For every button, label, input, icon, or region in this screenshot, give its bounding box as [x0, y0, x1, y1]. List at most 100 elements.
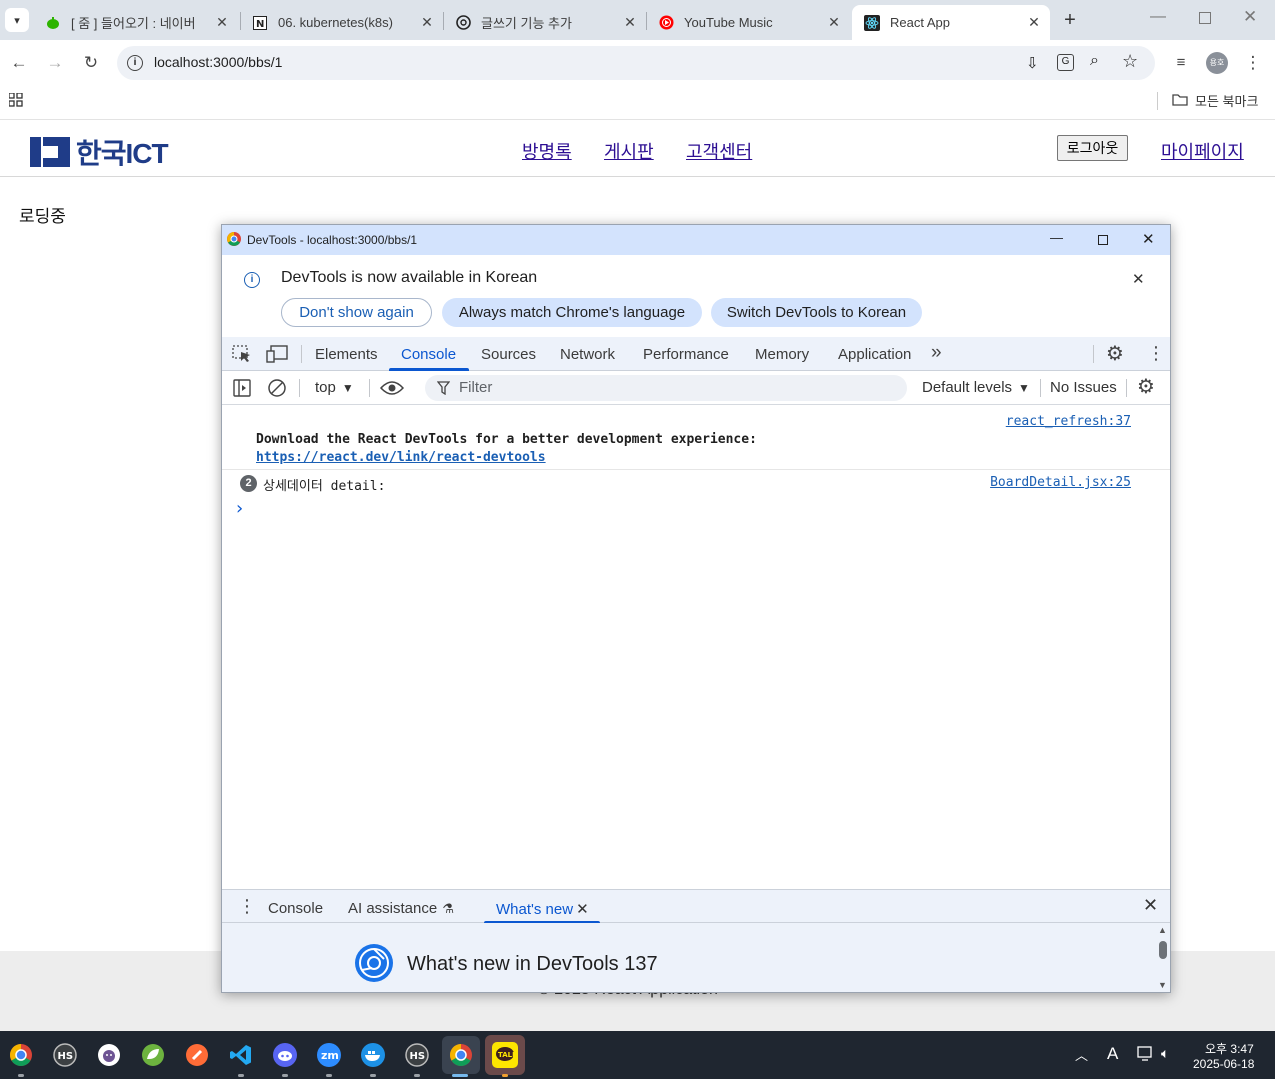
log-levels-dropdown[interactable]: Default levels ▼: [922, 379, 1030, 396]
switch-to-korean-button[interactable]: Switch DevTools to Korean: [711, 298, 922, 327]
scroll-up-arrow-icon[interactable]: ▲: [1158, 925, 1167, 935]
url-text[interactable]: localhost:3000/bbs/1: [154, 54, 282, 70]
nav-mypage[interactable]: 마이페이지: [1161, 138, 1244, 164]
tab-elements[interactable]: Elements: [315, 346, 378, 363]
issues-counter[interactable]: No Issues: [1050, 379, 1117, 396]
drawer-menu-icon[interactable]: ⋮: [238, 896, 256, 917]
message-source-link[interactable]: BoardDetail.jsx:25: [990, 475, 1131, 490]
postman-taskbar-icon[interactable]: [181, 1039, 213, 1071]
dont-show-again-button[interactable]: Don't show again: [281, 298, 432, 327]
more-tabs-chevron-icon[interactable]: »: [931, 342, 942, 364]
devtools-menu-icon[interactable]: ⋮: [1147, 343, 1165, 364]
clear-console-icon[interactable]: [268, 379, 286, 402]
tab-application[interactable]: Application: [838, 346, 911, 363]
infobar-close-button[interactable]: ✕: [1132, 270, 1145, 288]
devtools-maximize-button[interactable]: [1098, 235, 1108, 245]
drawer-tab-console[interactable]: Console: [268, 900, 323, 917]
new-tab-button[interactable]: +: [1058, 8, 1082, 32]
nav-guestbook[interactable]: 방명록: [522, 138, 572, 164]
site-info-icon[interactable]: i: [127, 55, 143, 71]
address-bar[interactable]: i localhost:3000/bbs/1 ⇩ G ⌕ ☆: [117, 46, 1155, 80]
back-button[interactable]: ←: [7, 51, 31, 75]
tab-search-button[interactable]: ▾: [5, 8, 29, 32]
tab-sources[interactable]: Sources: [481, 346, 536, 363]
logout-button[interactable]: 로그아웃: [1057, 135, 1128, 161]
reload-button[interactable]: ↻: [79, 51, 103, 75]
reload-icon: ↻: [83, 53, 99, 72]
message-link[interactable]: https://react.dev/link/react-devtools: [256, 450, 546, 465]
chrome-taskbar-icon-active[interactable]: [442, 1036, 480, 1074]
nav-board[interactable]: 게시판: [604, 138, 654, 164]
translate-icon[interactable]: G: [1057, 54, 1074, 71]
all-bookmarks-folder[interactable]: 모든 북마크: [1172, 91, 1258, 110]
volume-icon[interactable]: 🔈︎: [1161, 1045, 1169, 1062]
kakaotalk-taskbar-icon[interactable]: TALK: [485, 1035, 525, 1075]
docker-taskbar-icon[interactable]: [357, 1039, 389, 1071]
scroll-thumb[interactable]: [1159, 941, 1167, 959]
message-source-link[interactable]: react_refresh:37: [1006, 414, 1131, 429]
close-icon[interactable]: ✕: [419, 14, 435, 31]
close-icon[interactable]: ✕: [622, 14, 638, 31]
tab-performance[interactable]: Performance: [643, 346, 729, 363]
console-input[interactable]: [256, 499, 1136, 519]
network-icon[interactable]: [1137, 1046, 1155, 1067]
scroll-down-arrow-icon[interactable]: ▼: [1158, 980, 1167, 990]
inspect-element-icon[interactable]: [232, 345, 252, 368]
tab-youtube-music[interactable]: YouTube Music ✕: [646, 5, 850, 40]
devtools-close-window-button[interactable]: ✕: [1142, 230, 1155, 248]
device-toolbar-icon[interactable]: [266, 345, 288, 368]
always-match-language-button[interactable]: Always match Chrome's language: [442, 298, 702, 327]
tab-react-app[interactable]: React App ✕: [852, 5, 1050, 40]
install-app-icon[interactable]: ⇩: [1026, 54, 1039, 72]
tab-title: [ 줌 ] 들어오기 : 네이버: [71, 16, 196, 31]
media-control-button[interactable]: ≡: [1169, 51, 1193, 75]
vscode-taskbar-icon[interactable]: [225, 1039, 257, 1071]
close-icon[interactable]: ✕: [1026, 14, 1042, 31]
context-selector[interactable]: top ▼: [315, 379, 354, 396]
hs-app-taskbar-icon-2[interactable]: HS: [401, 1039, 433, 1071]
sidebar-toggle-icon[interactable]: [233, 379, 251, 402]
drawer-scrollbar[interactable]: ▲ ▼: [1156, 923, 1170, 992]
discord-taskbar-icon[interactable]: [269, 1039, 301, 1071]
close-tab-icon[interactable]: ✕: [576, 901, 589, 918]
apps-grid-icon[interactable]: [8, 92, 23, 107]
zoom-taskbar-icon[interactable]: zm: [313, 1039, 345, 1071]
tab-memory[interactable]: Memory: [755, 346, 809, 363]
tab-network[interactable]: Network: [560, 346, 615, 363]
tab-console[interactable]: Console: [401, 346, 456, 363]
forward-button[interactable]: →: [43, 51, 67, 75]
zoom-icon[interactable]: ⌕: [1090, 52, 1099, 70]
tray-overflow-chevron-icon[interactable]: ︿: [1075, 1045, 1088, 1064]
ime-indicator[interactable]: A: [1107, 1044, 1118, 1064]
clock-time[interactable]: 오후 3:47: [1205, 1040, 1254, 1057]
browser-menu-button[interactable]: ⋮: [1241, 51, 1265, 75]
console-filter-input[interactable]: Filter: [425, 375, 907, 401]
drawer-tab-whats-new[interactable]: What's new ✕: [496, 900, 589, 918]
clock-date[interactable]: 2025-06-18: [1193, 1057, 1254, 1071]
minimize-button[interactable]: —: [1150, 8, 1166, 26]
profile-avatar[interactable]: 용호: [1206, 52, 1228, 74]
close-drawer-button[interactable]: ✕: [1143, 895, 1158, 916]
close-icon[interactable]: ✕: [214, 14, 230, 31]
settings-gear-icon[interactable]: ⚙: [1106, 341, 1124, 366]
console-messages: react_refresh:37 Download the React DevT…: [222, 405, 1170, 889]
site-logo[interactable]: 한국ICT: [30, 132, 169, 172]
tab-naver[interactable]: [ 줌 ] 들어오기 : 네이버 ✕: [33, 5, 238, 40]
tab-notion[interactable]: N 06. kubernetes(k8s) ✕: [240, 5, 443, 40]
close-window-button[interactable]: ✕: [1243, 7, 1257, 27]
devtools-minimize-button[interactable]: —: [1050, 230, 1063, 245]
chrome-taskbar-icon[interactable]: [5, 1039, 37, 1071]
nav-support[interactable]: 고객센터: [686, 138, 752, 164]
tab-chatgpt[interactable]: 글쓰기 기능 추가 ✕: [443, 5, 646, 40]
console-settings-gear-icon[interactable]: ⚙: [1137, 374, 1155, 399]
bookmark-star-icon[interactable]: ☆: [1122, 51, 1138, 72]
console-prompt-chevron-icon[interactable]: ›: [236, 498, 243, 519]
live-expression-eye-icon[interactable]: [379, 380, 405, 401]
close-icon[interactable]: ✕: [826, 14, 842, 31]
devtools-titlebar[interactable]: DevTools - localhost:3000/bbs/1 — ✕: [222, 225, 1170, 255]
github-desktop-taskbar-icon[interactable]: [93, 1039, 125, 1071]
spring-tool-taskbar-icon[interactable]: [137, 1039, 169, 1071]
hs-app-taskbar-icon[interactable]: HS: [49, 1039, 81, 1071]
maximize-button[interactable]: [1199, 12, 1211, 24]
drawer-tab-ai-assistance[interactable]: AI assistance ⚗: [348, 900, 454, 917]
